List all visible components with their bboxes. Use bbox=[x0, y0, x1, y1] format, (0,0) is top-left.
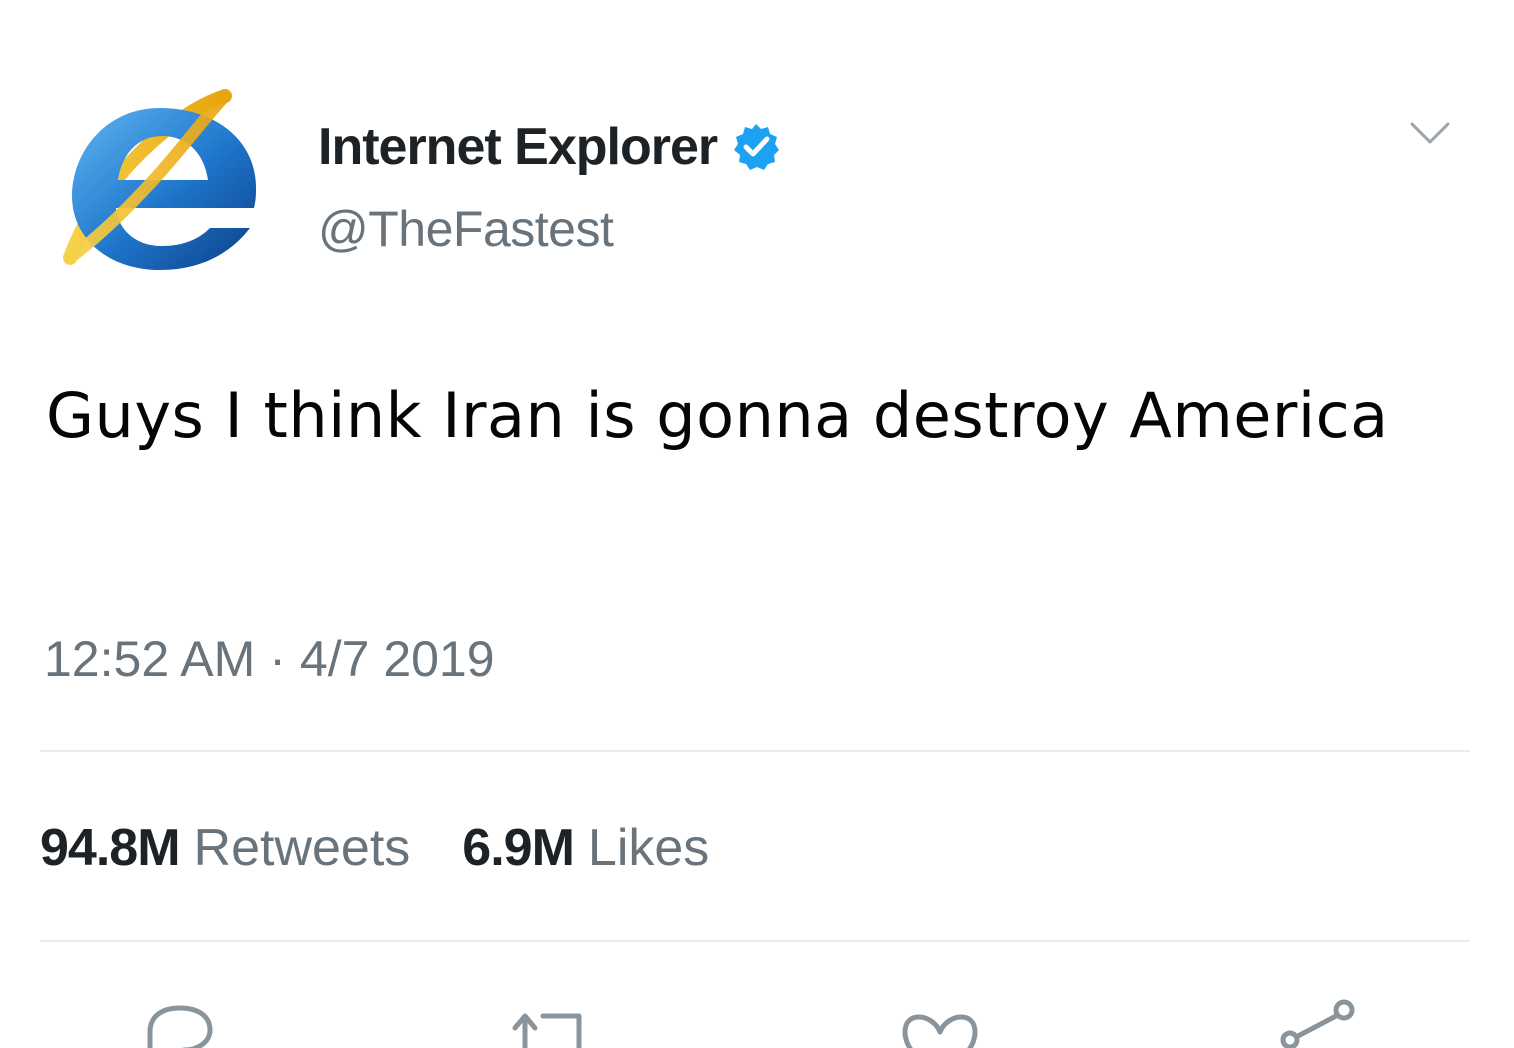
tweet-card: Internet Explorer @TheFastest Guys I thi… bbox=[0, 0, 1514, 1048]
retweets-label[interactable]: Retweets bbox=[194, 818, 411, 878]
tweet-stats: 94.8M Retweets 6.9M Likes bbox=[40, 818, 761, 878]
share-icon bbox=[1280, 999, 1355, 1048]
chevron-down-icon[interactable] bbox=[1408, 118, 1452, 148]
retweets-count[interactable]: 94.8M bbox=[40, 818, 181, 878]
likes-count[interactable]: 6.9M bbox=[462, 818, 575, 878]
internet-explorer-logo-icon bbox=[63, 89, 256, 270]
retweet-button[interactable] bbox=[505, 992, 582, 1048]
display-name[interactable]: Internet Explorer bbox=[318, 117, 718, 177]
account-handle[interactable]: @TheFastest bbox=[318, 200, 614, 258]
divider bbox=[40, 750, 1470, 752]
tweet-text: Guys I think Iran is gonna destroy Ameri… bbox=[46, 379, 1389, 452]
tweet-time: 12:52 AM bbox=[44, 631, 256, 687]
share-button[interactable] bbox=[1278, 992, 1355, 1048]
verified-badge-icon bbox=[734, 124, 780, 170]
reply-button[interactable] bbox=[140, 992, 213, 1048]
likes-label[interactable]: Likes bbox=[588, 818, 709, 878]
retweet-icon bbox=[512, 1013, 582, 1048]
tweet-date: 4/7 2019 bbox=[299, 631, 495, 687]
avatar[interactable] bbox=[50, 78, 270, 278]
divider bbox=[40, 940, 1470, 942]
timestamp-separator: · bbox=[269, 631, 286, 687]
account-name-row[interactable]: Internet Explorer bbox=[318, 112, 781, 182]
like-button[interactable] bbox=[895, 992, 978, 1048]
reply-icon bbox=[147, 1005, 213, 1048]
tweet-timestamp[interactable]: 12:52 AM · 4/7 2019 bbox=[44, 630, 495, 688]
like-icon bbox=[902, 1014, 978, 1048]
